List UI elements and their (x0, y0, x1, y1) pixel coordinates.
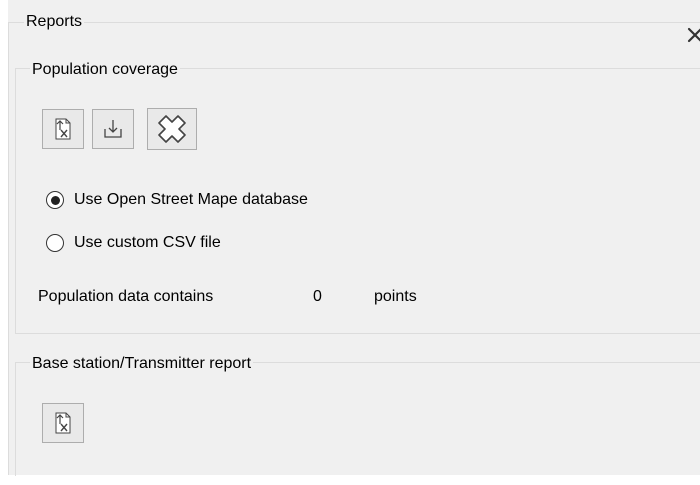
population-count-unit: points (374, 288, 417, 305)
download-button[interactable] (92, 109, 134, 149)
download-icon (104, 120, 122, 138)
base-station-report-title: Base station/Transmitter report (30, 354, 254, 374)
export-report-button[interactable] (42, 403, 84, 443)
radio-button-unselected[interactable] (46, 234, 64, 252)
export-document-icon (55, 412, 71, 434)
population-coverage-title: Population coverage (30, 60, 180, 80)
close-icon[interactable] (686, 26, 700, 44)
reports-title: Reports (24, 12, 85, 32)
radio-csv-label: Use custom CSV file (74, 234, 221, 251)
reports-panel: Reports Population coverage Use Open Str… (8, 0, 700, 476)
radio-osm-database[interactable]: Use Open Street Mape database (46, 189, 308, 211)
population-count: 0 (313, 288, 322, 305)
export-report-button[interactable] (42, 109, 84, 149)
delete-x-icon (158, 115, 186, 143)
delete-button[interactable] (147, 108, 197, 150)
base-station-report-group (15, 362, 700, 476)
radio-osm-label: Use Open Street Mape database (74, 191, 308, 208)
radio-button-selected[interactable] (46, 191, 64, 209)
population-status-label: Population data contains (38, 288, 214, 305)
export-document-icon (55, 118, 71, 140)
radio-custom-csv[interactable]: Use custom CSV file (46, 232, 221, 254)
